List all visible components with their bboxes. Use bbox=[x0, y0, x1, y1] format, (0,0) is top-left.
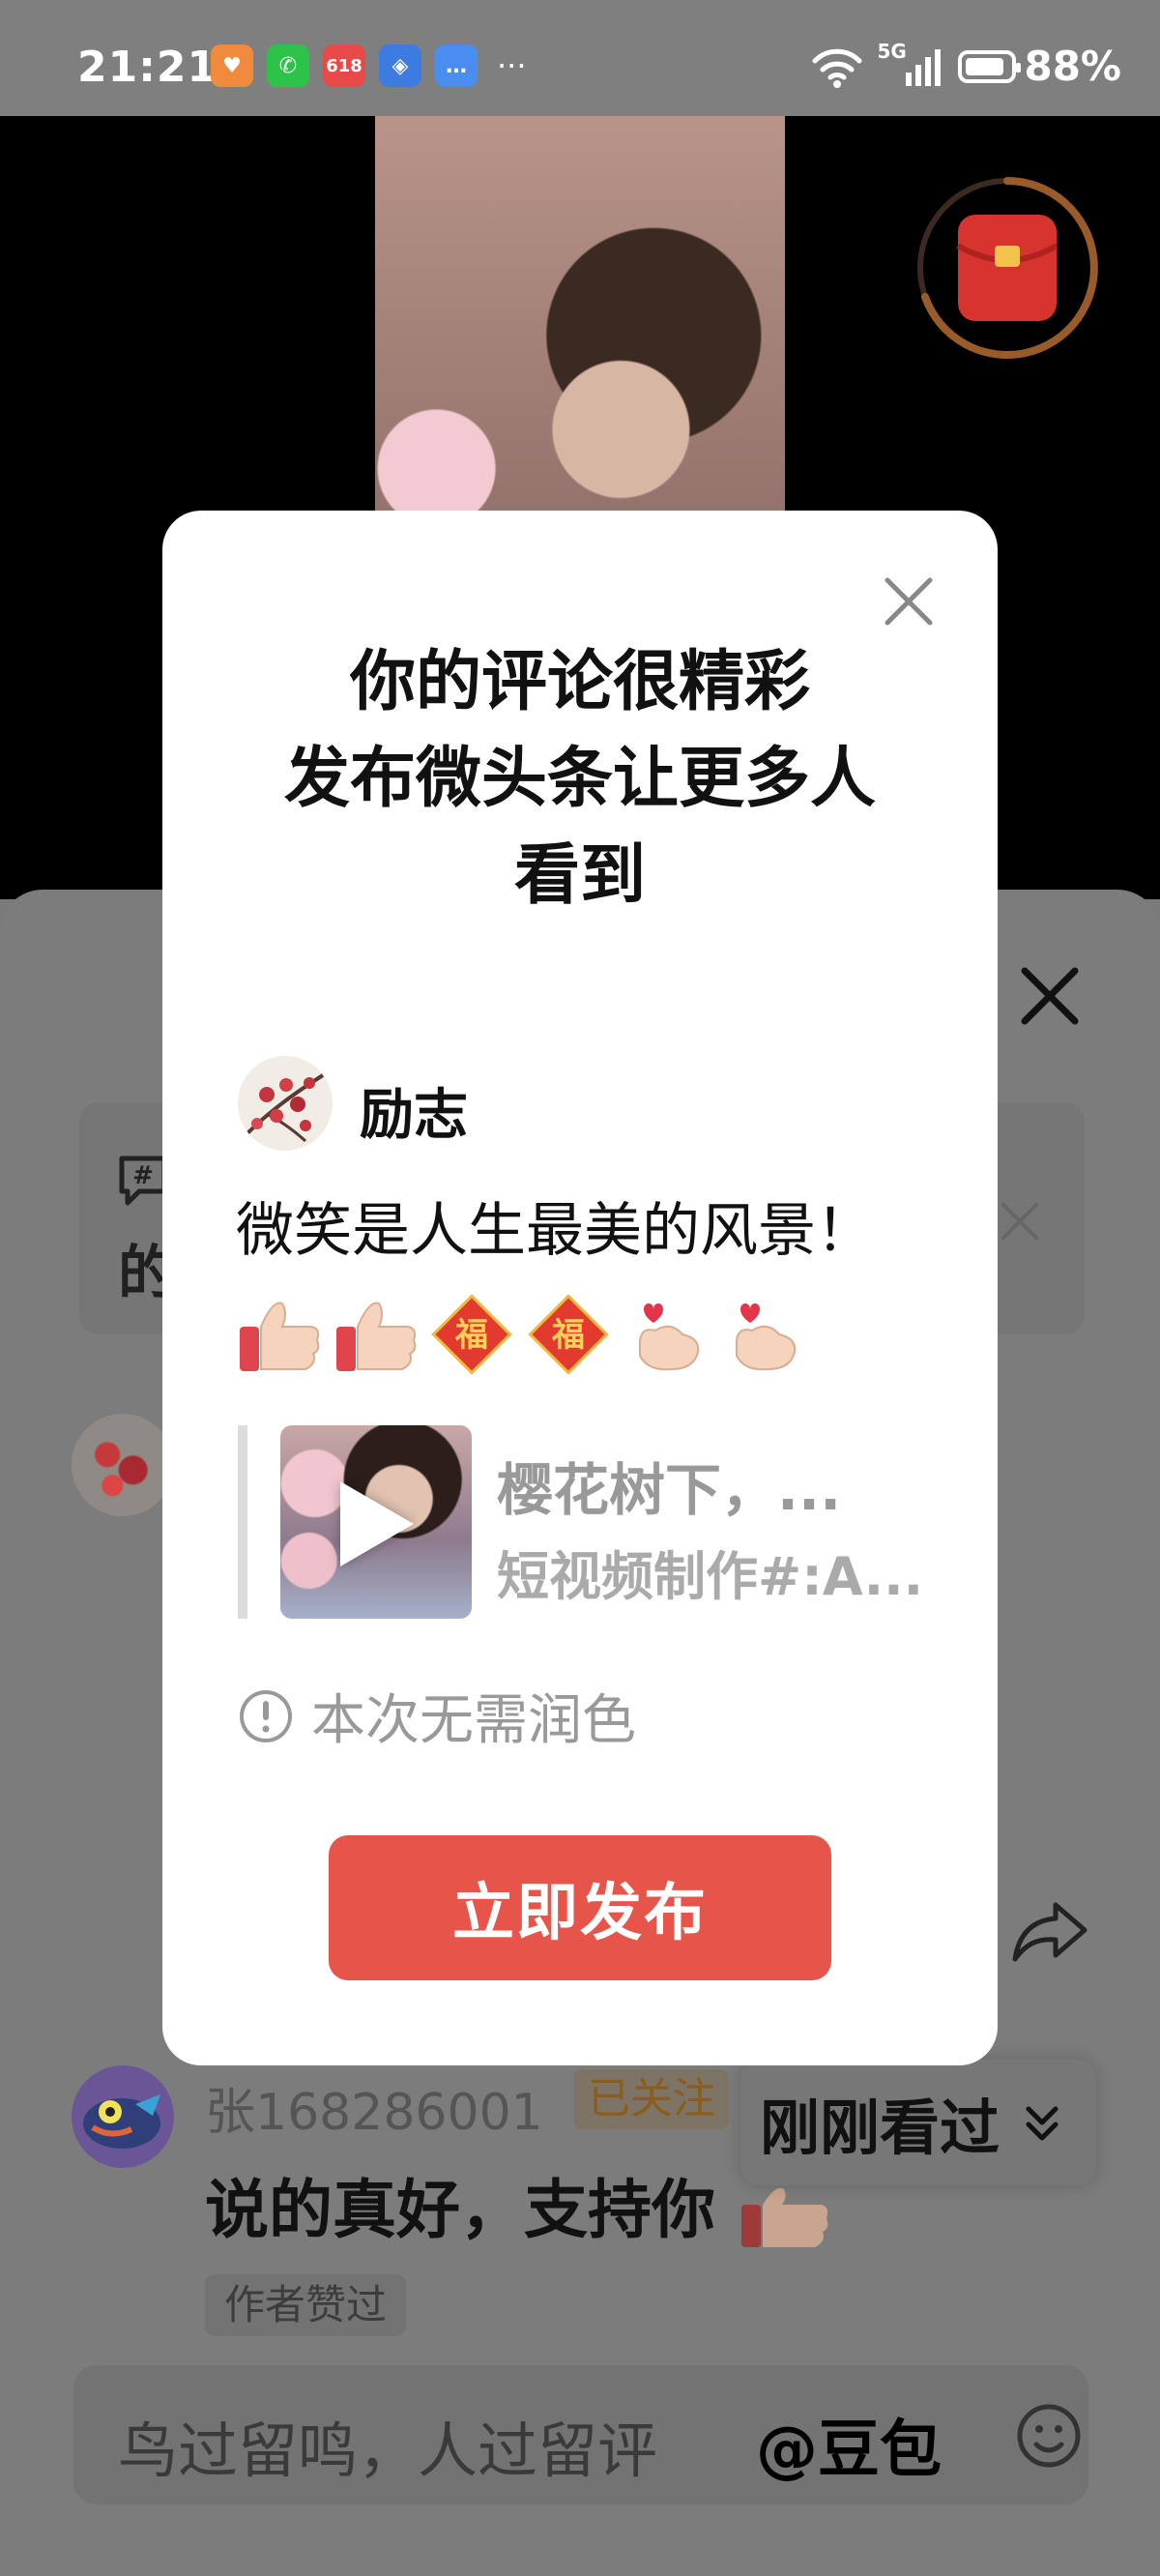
info-icon bbox=[240, 1689, 292, 1742]
quoted-video-thumbnail[interactable] bbox=[280, 1425, 472, 1619]
status-right: 5G 88% bbox=[811, 40, 1121, 90]
wallet-app-icon: ◈ bbox=[379, 44, 421, 87]
publish-popup: 你的评论很精彩 发布微头条让更多人 看到 励志 微笑是人生最美的风景！ 福 福 … bbox=[162, 511, 998, 2065]
commenter-avatar[interactable] bbox=[72, 1414, 174, 1516]
chevron-double-down-icon bbox=[1026, 2106, 1058, 2141]
svg-text:福: 福 bbox=[551, 1316, 585, 1355]
battery-indicator: 88% bbox=[958, 43, 1121, 90]
author-avatar bbox=[238, 1056, 333, 1151]
recently-viewed-button[interactable]: 刚刚看过 bbox=[740, 2060, 1097, 2185]
share-icon[interactable] bbox=[1011, 1897, 1088, 1965]
commenter-avatar[interactable] bbox=[72, 2065, 174, 2168]
thumbs-up-icon bbox=[336, 1302, 417, 1371]
status-time: 21:21 bbox=[77, 43, 218, 92]
battery-percent: 88% bbox=[1024, 43, 1121, 90]
quoted-video-card[interactable]: 樱花树下，... 短视频制作#:A... bbox=[238, 1425, 943, 1619]
red-packet-icon[interactable] bbox=[914, 174, 1101, 362]
quoted-video-title: 樱花树下，... bbox=[497, 1457, 842, 1523]
quoted-video-subtitle: 短视频制作#:A... bbox=[497, 1546, 924, 1607]
svg-text:福: 福 bbox=[454, 1316, 488, 1355]
wifi-icon bbox=[812, 48, 862, 88]
comment-text: 说的真好，支持你 bbox=[205, 2158, 834, 2253]
shopping-618-icon: 618 bbox=[323, 44, 365, 87]
thumbs-up-icon bbox=[240, 1302, 320, 1371]
polish-note: 本次无需润色 bbox=[238, 1677, 636, 1755]
dismiss-topic-icon[interactable] bbox=[996, 1197, 1044, 1245]
heart-app-icon: ♥ bbox=[211, 44, 253, 87]
close-comments-icon[interactable] bbox=[1015, 961, 1085, 1031]
followed-badge: 已关注 bbox=[574, 2069, 729, 2129]
emoji-row: 福 福 bbox=[236, 1292, 804, 1377]
mention-doubao-button[interactable]: @豆包 bbox=[756, 2400, 942, 2489]
emoji-icon[interactable] bbox=[1015, 2402, 1083, 2470]
author-name: 励志 bbox=[360, 1084, 468, 1147]
wechat-icon: ✆ bbox=[267, 44, 309, 87]
play-icon bbox=[340, 1481, 414, 1566]
cellular-signal-icon: 5G bbox=[877, 40, 944, 88]
battery-icon bbox=[958, 49, 1022, 83]
comment-username[interactable]: 张168286001 bbox=[205, 2071, 543, 2144]
recently-viewed-label: 刚刚看过 bbox=[760, 2093, 1000, 2163]
svg-text:#: # bbox=[132, 1161, 154, 1190]
comment-input[interactable]: 鸟过留鸣，人过留评 @豆包 bbox=[73, 2365, 1088, 2504]
comment-text-content: 说的真好，支持你 bbox=[205, 2173, 715, 2247]
notification-icons: ♥ ✆ 618 ◈ … ··· bbox=[211, 44, 527, 87]
finger-heart-icon bbox=[639, 1303, 700, 1371]
post-text: 微笑是人生最美的风景！ bbox=[236, 1197, 874, 1265]
publish-now-button[interactable]: 立即发布 bbox=[329, 1835, 831, 1980]
thumbs-up-icon bbox=[740, 2187, 828, 2247]
fu-blessing-icon: 福 bbox=[528, 1294, 609, 1375]
message-app-icon: … bbox=[435, 44, 478, 87]
close-popup-icon[interactable] bbox=[878, 571, 940, 632]
finger-heart-icon bbox=[736, 1303, 797, 1371]
status-bar: 21:21 ♥ ✆ 618 ◈ … ··· 5G 88% bbox=[0, 0, 1160, 116]
comment-input-placeholder: 鸟过留鸣，人过留评 bbox=[118, 2415, 658, 2486]
fu-blessing-icon: 福 bbox=[431, 1294, 512, 1375]
more-notifications-icon: ··· bbox=[497, 47, 527, 84]
polish-note-text: 本次无需润色 bbox=[311, 1689, 636, 1752]
author-liked-badge: 作者赞过 bbox=[205, 2274, 407, 2336]
popup-title: 你的评论很精彩 发布微头条让更多人 看到 bbox=[283, 644, 876, 914]
